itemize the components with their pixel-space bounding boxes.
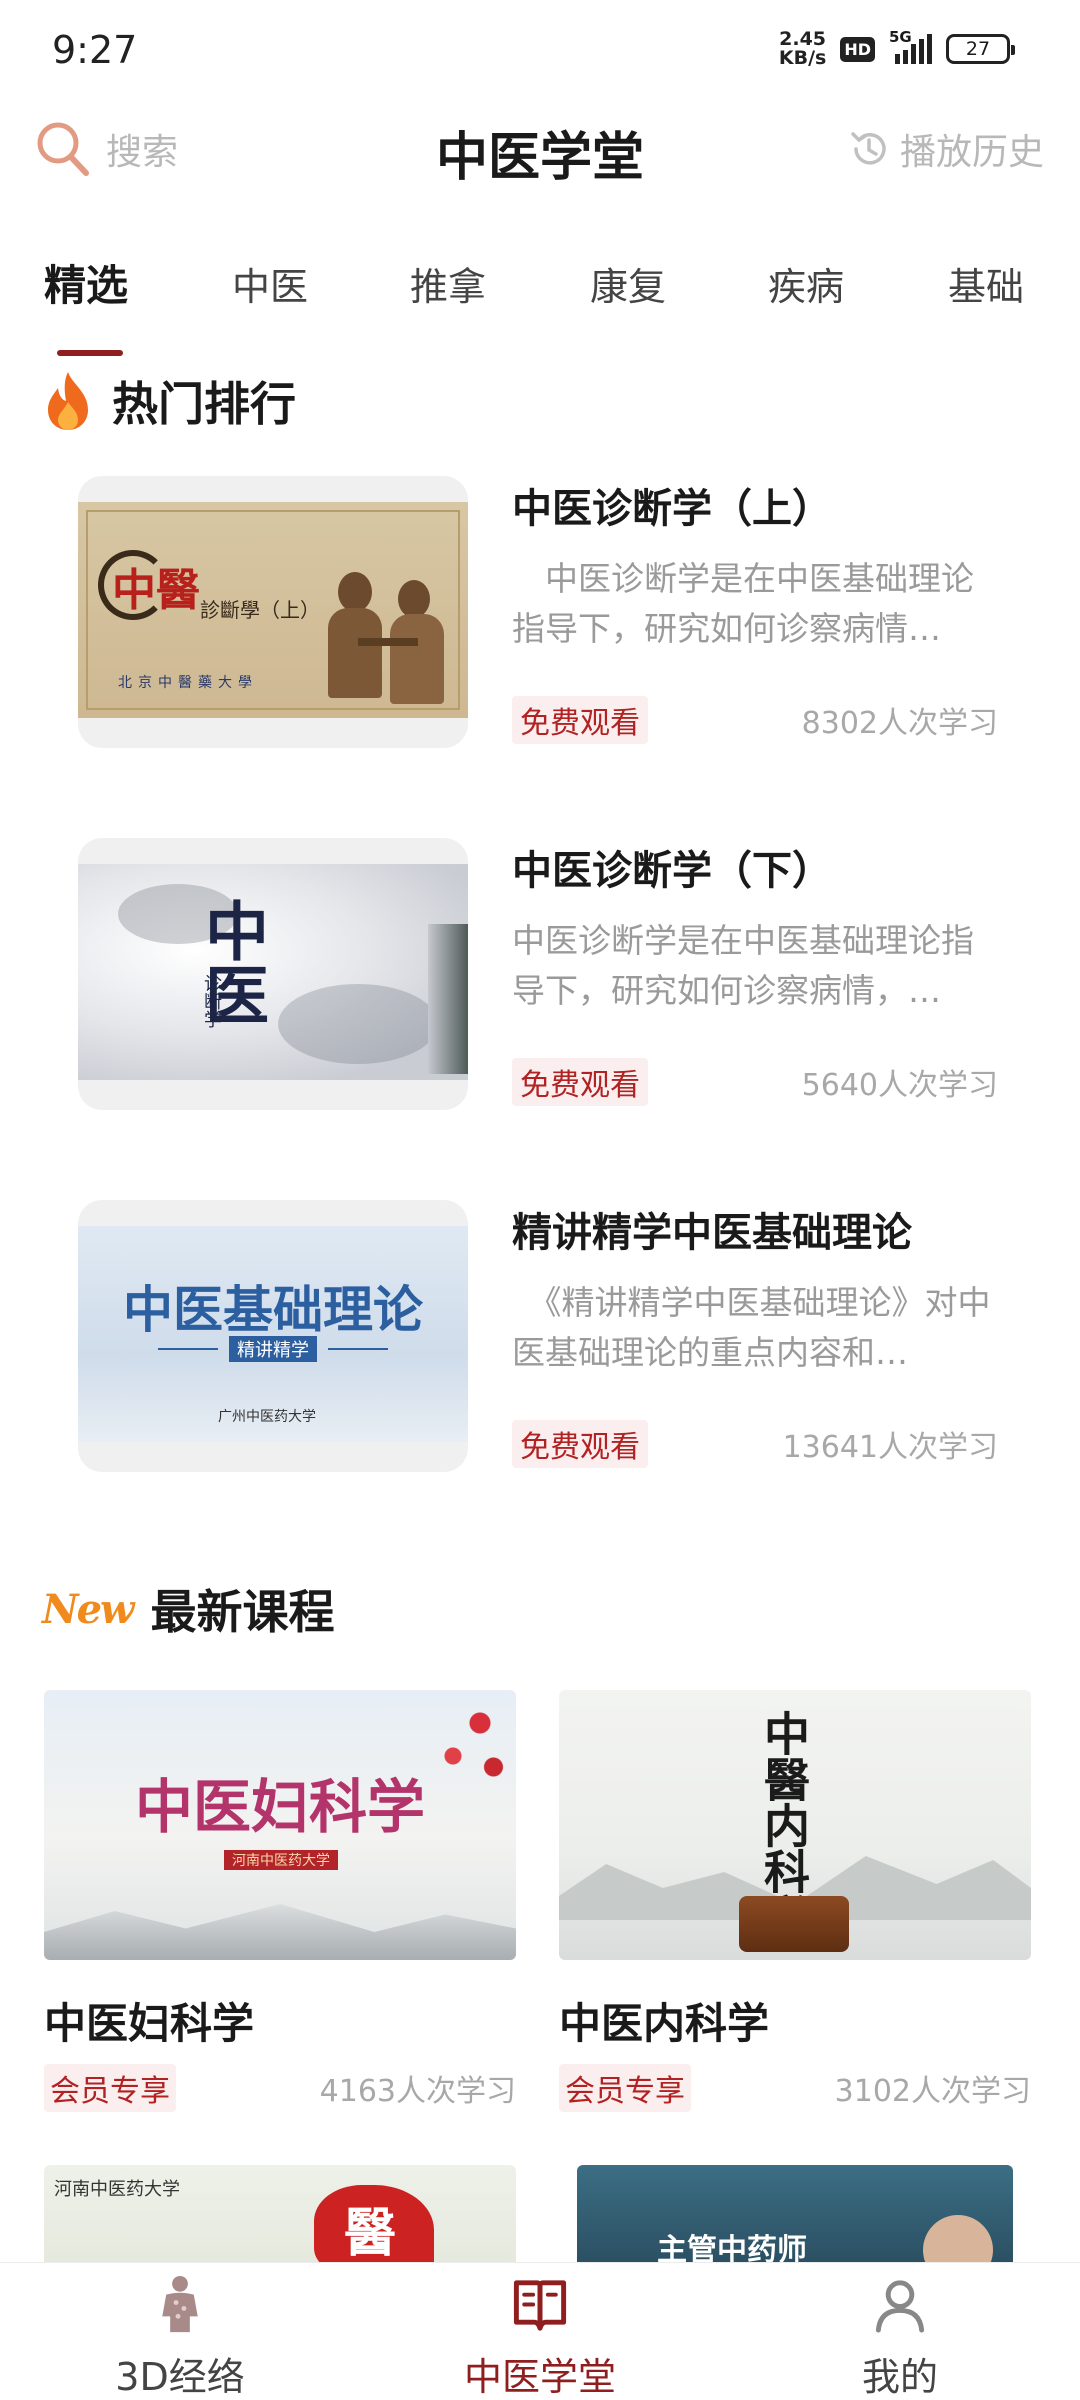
learner-count: 13641人次学习 (782, 1430, 998, 1465)
nav-3d-meridians[interactable]: 3D经络 (0, 2263, 360, 2400)
status-icons: 2.45 KB/s HD 5G 27 (779, 28, 1015, 68)
nav-profile[interactable]: 我的 (720, 2263, 1080, 2400)
new-badge-icon: New (42, 1585, 134, 1633)
tab-massage[interactable]: 推拿 (410, 256, 486, 311)
course-description: 《精讲精学中医基础理论》对中医基础理论的重点内容和… (512, 1283, 991, 1372)
course-title[interactable]: 中医诊断学（下） (512, 838, 832, 896)
network-speed-unit: KB/s (778, 47, 827, 69)
body-meridian-icon (162, 2275, 198, 2333)
members-only-badge: 会员专享 (559, 2064, 691, 2112)
status-bar: 9:27 2.45 KB/s HD 5G 27 (0, 0, 1080, 100)
free-badge: 免费观看 (512, 1058, 648, 1106)
section-title-new: 最新课程 (150, 1585, 335, 1639)
course-thumbnail[interactable]: 中醫 診斷學（上） 北京中醫藥大學 (78, 476, 468, 748)
newest-courses-header: New 最新课程 (42, 1576, 334, 1642)
course-description: 中医诊断学是在中医基础理论指导下，研究如何诊察病情，… (512, 921, 974, 1010)
course-title[interactable]: 精讲精学中医基础理论 (512, 1200, 912, 1258)
tab-rehab[interactable]: 康复 (590, 256, 666, 311)
new-course-thumbnail[interactable]: 河南中医药大学 醫 (44, 2165, 516, 2265)
members-only-badge: 会员专享 (44, 2064, 176, 2112)
thumbnail-title: 中医妇科学 (134, 1773, 425, 1841)
history-icon (851, 132, 886, 165)
new-course-thumbnail[interactable]: 主管中药师 (577, 2165, 1013, 2265)
network-speed: 2.45 KB/s (779, 30, 826, 68)
status-time: 9:27 (52, 28, 138, 72)
nav-label: 中医学堂 (463, 2355, 616, 2399)
book-icon (513, 2280, 567, 2331)
course-thumbnail[interactable]: 中医基础理论 精讲精学 广州中医药大学 (78, 1200, 468, 1472)
thumbnail-title: 中醫 (112, 565, 200, 616)
free-badge: 免费观看 (512, 1420, 648, 1468)
nav-tcm-school[interactable]: 中医学堂 (360, 2263, 720, 2400)
course-title[interactable]: 中医诊断学（上） (512, 476, 832, 534)
hd-icon: HD (840, 36, 875, 62)
learner-count: 4163人次学习 (319, 2074, 516, 2109)
hot-course-card[interactable]: 中醫 診斷學（上） 北京中醫藥大學 中医诊断学（上） 中医诊断学是在中医基础理论… (78, 476, 998, 756)
thumbnail-school: 河南中医药大学 (224, 1850, 338, 1870)
thumbnail-school: 河南中医药大学 (54, 2179, 180, 2200)
nav-label: 3D经络 (115, 2355, 245, 2399)
course-thumbnail[interactable]: 中医 诊断学 (78, 838, 468, 1110)
thumbnail-subtitle: 诊断学 (201, 974, 222, 1028)
history-label: 播放历史 (899, 132, 1044, 173)
section-title-hot: 热门排行 (112, 377, 296, 431)
course-thumbnail[interactable]: 中醫内科学 (559, 1690, 1031, 1960)
tab-disease[interactable]: 疾病 (768, 256, 844, 311)
thumbnail-subtitle: 精讲精学 (229, 1336, 317, 1362)
tab-basics[interactable]: 基础 (948, 256, 1024, 311)
course-title[interactable]: 中医妇科学 (44, 1990, 254, 2051)
course-title[interactable]: 中医内科学 (559, 1990, 769, 2051)
category-tabs: 精选 中医 推拿 康复 疾病 基础 (0, 250, 1080, 360)
hot-ranking-header: 热门排行 (42, 368, 296, 434)
battery-icon: 27 (946, 34, 1015, 64)
user-icon (875, 2280, 925, 2333)
new-course-card[interactable]: 中医妇科学 河南中医药大学 中医妇科学 会员专享 4163人次学习 (44, 1690, 516, 2130)
free-badge: 免费观看 (512, 696, 648, 744)
tab-featured[interactable]: 精选 (44, 252, 128, 313)
course-description: 中医诊断学是在中医基础理论指导下，研究如何诊察病情… (512, 559, 974, 648)
course-thumbnail[interactable]: 中医妇科学 河南中医药大学 (44, 1690, 516, 1960)
signal-icon: 5G (889, 28, 932, 64)
learner-count: 3102人次学习 (834, 2074, 1031, 2109)
hot-course-card[interactable]: 中医 诊断学 中医诊断学（下） 中医诊断学是在中医基础理论指导下，研究如何诊察病… (78, 838, 998, 1118)
battery-level: 27 (965, 38, 991, 60)
learner-count: 5640人次学习 (801, 1068, 998, 1103)
thumbnail-school: 北京中醫藥大學 (118, 675, 258, 691)
tab-tcm[interactable]: 中医 (232, 256, 308, 311)
bottom-navigation: 3D经络 中医学堂 我的 (0, 2262, 1080, 2400)
new-course-card[interactable]: 中醫内科学 中医内科学 会员专享 3102人次学习 (559, 1690, 1031, 2130)
thumbnail-school: 广州中医药大学 (218, 1409, 316, 1425)
flame-icon (48, 372, 88, 430)
learner-count: 8302人次学习 (801, 706, 998, 741)
nav-label: 我的 (861, 2355, 938, 2399)
tab-indicator (57, 350, 123, 356)
hot-course-card[interactable]: 中医基础理论 精讲精学 广州中医药大学 精讲精学中医基础理论 《精讲精学中医基础… (78, 1200, 998, 1480)
thumbnail-title: 中医基础理论 (123, 1280, 423, 1339)
network-type: 5G (889, 28, 912, 46)
thumbnail-title: 主管中药师 (657, 2233, 807, 2265)
thumbnail-subtitle: 診斷學（上） (200, 598, 320, 622)
thumbnail-title: 醫 (344, 2203, 397, 2264)
play-history-button[interactable]: 播放历史 (848, 123, 1044, 175)
app-header: 搜索 中医学堂 播放历史 (0, 105, 1080, 195)
